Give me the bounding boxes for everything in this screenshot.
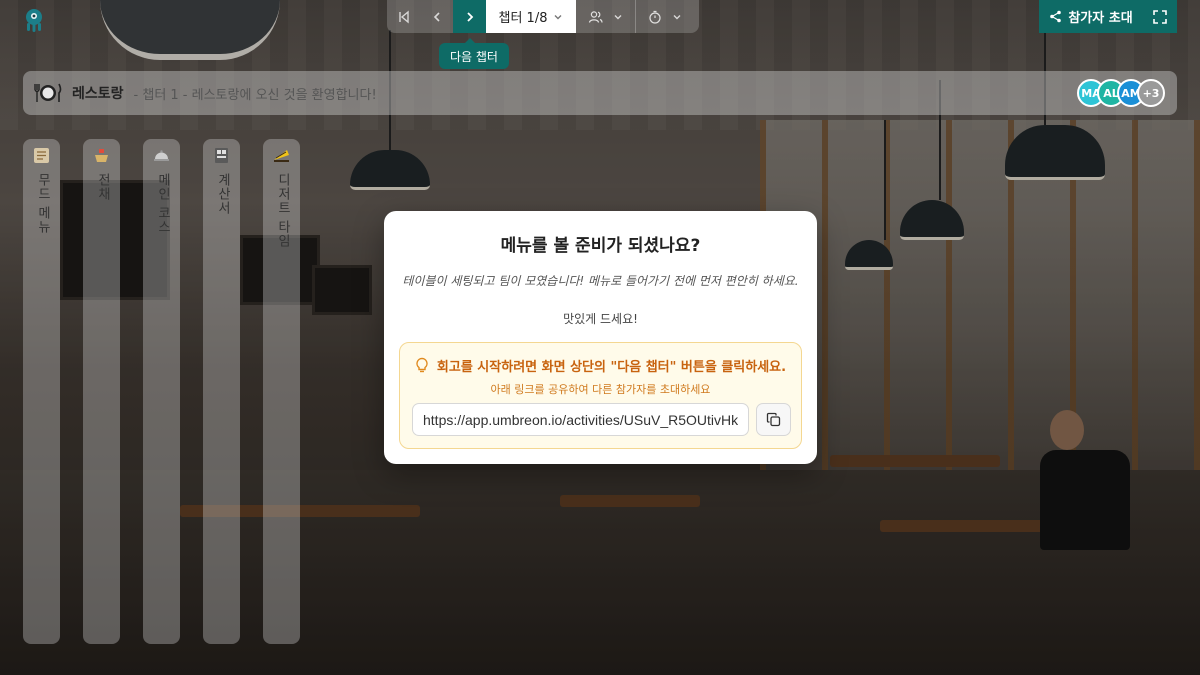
participants-dropdown[interactable]: [576, 0, 635, 33]
bill-icon: [215, 148, 228, 163]
invite-participants-button[interactable]: 참가자 초대: [1039, 0, 1143, 33]
chevron-down-icon: [673, 14, 681, 19]
share-link-input[interactable]: [412, 403, 749, 436]
chevron-right-icon: [466, 11, 473, 22]
column-dessert-time[interactable]: 디저트 타임: [263, 139, 300, 644]
modal-description: 테이블이 세팅되고 팀이 모였습니다! 메뉴로 들어가기 전에 먼저 편안히 하…: [402, 274, 799, 288]
share-icon: [1050, 10, 1062, 23]
chapter-select[interactable]: 챕터 1/8: [486, 0, 576, 33]
modal-title: 메뉴를 볼 준비가 되셨나요?: [500, 236, 701, 256]
column-bill[interactable]: 계산서: [203, 139, 240, 644]
modal-enjoy-text: 맛있게 드세요!: [563, 312, 638, 326]
column-label: 디저트 타임: [275, 173, 290, 249]
next-chapter-button[interactable]: [453, 0, 486, 33]
copy-icon: [766, 412, 781, 427]
chapter-toolbar: 챕터 1/8: [387, 0, 699, 33]
app-logo-icon[interactable]: [23, 7, 45, 33]
column-main-course[interactable]: 메인 코스: [143, 139, 180, 644]
timer-dropdown[interactable]: [635, 0, 694, 33]
skip-back-icon: [398, 10, 409, 23]
column-label: 메인 코스: [155, 173, 170, 235]
column-label: 계산서: [215, 173, 230, 215]
appetizer-icon: [95, 149, 108, 162]
fullscreen-icon: [1153, 9, 1167, 24]
timer-icon: [649, 10, 661, 24]
main-course-icon: [154, 150, 169, 161]
column-appetizer[interactable]: 전채: [83, 139, 120, 644]
more-participants-badge[interactable]: +3: [1137, 79, 1165, 107]
column-label: 전채: [95, 173, 110, 201]
callout-main-text: 회고를 시작하려면 화면 상단의 "다음 챕터" 버튼을 클릭하세요.: [436, 360, 787, 375]
next-chapter-tooltip: 다음 챕터: [439, 38, 509, 69]
activity-subtitle: - 챕터 1 - 레스토랑에 오신 것을 환영합니다!: [133, 87, 377, 103]
welcome-modal: 메뉴를 볼 준비가 되셨나요? 테이블이 세팅되고 팀이 모였습니다! 메뉴로 …: [384, 211, 817, 464]
invite-label: 참가자 초대: [1068, 11, 1133, 26]
lightbulb-icon: [416, 357, 428, 373]
prev-chapter-button[interactable]: [420, 0, 453, 33]
chevron-down-icon: [614, 14, 622, 19]
callout-sub-text: 아래 링크를 공유하여 다른 참가자를 초대하세요: [490, 383, 711, 396]
chevron-left-icon: [433, 11, 440, 22]
column-label: 무드 메뉴: [35, 173, 50, 235]
fullscreen-button[interactable]: [1143, 0, 1177, 33]
first-chapter-button[interactable]: [387, 0, 420, 33]
column-mood-menu[interactable]: 무드 메뉴: [23, 139, 60, 644]
users-icon: [588, 10, 603, 23]
dessert-icon: [274, 150, 289, 162]
participant-avatars[interactable]: MA AL AM +3: [1077, 79, 1165, 107]
menu-icon: [34, 148, 49, 163]
chevron-down-icon: [554, 14, 562, 19]
chapter-label: 챕터 1/8: [498, 11, 548, 26]
copy-link-button[interactable]: [756, 403, 791, 436]
activity-header: 레스토랑 - 챕터 1 - 레스토랑에 오신 것을 환영합니다! MA AL A…: [23, 71, 1177, 115]
plate-utensils-icon: [34, 83, 62, 102]
instruction-callout: 회고를 시작하려면 화면 상단의 "다음 챕터" 버튼을 클릭하세요. 아래 링…: [399, 342, 802, 449]
activity-title: 레스토랑: [72, 86, 124, 102]
